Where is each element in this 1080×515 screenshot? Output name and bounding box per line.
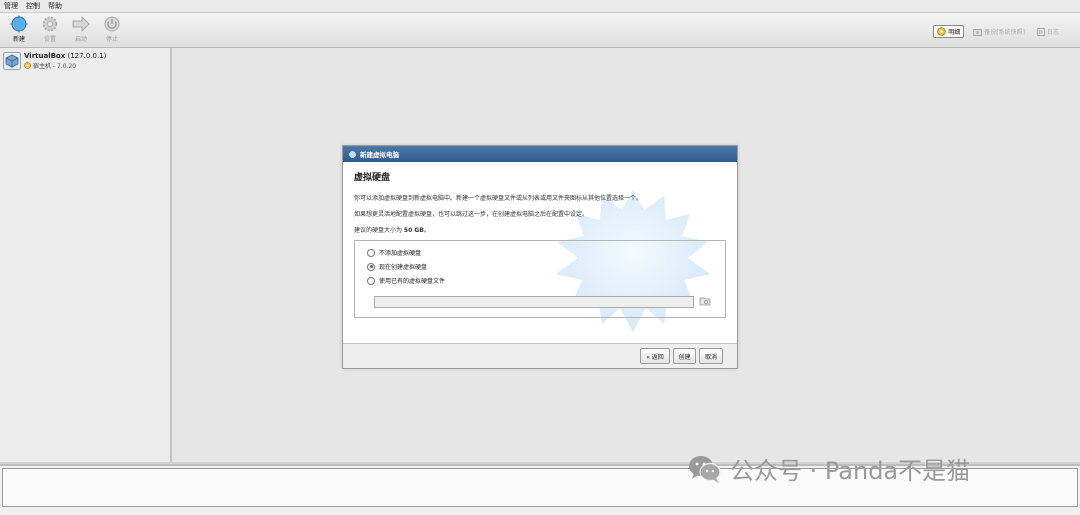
option-no-disk[interactable]: 不添加虚拟硬盘 <box>367 248 421 257</box>
wizard-footer: « 返回 创建 取消 <box>343 343 737 368</box>
new-vm-icon <box>10 15 28 33</box>
stop-button[interactable]: 停止 <box>97 15 127 45</box>
disk-options-group: 不添加虚拟硬盘 现在创建虚拟硬盘 使用已有的虚拟硬盘文件 <box>354 240 726 318</box>
menu-manage[interactable]: 管理 <box>0 1 22 11</box>
host-status-icon <box>24 62 31 69</box>
machine-address: (127.0.0.1) <box>67 52 107 60</box>
cancel-button[interactable]: 取消 <box>699 348 723 364</box>
machine-subtitle: 宿主机 - 7.0.20 <box>33 63 77 70</box>
back-button[interactable]: « 返回 <box>640 348 670 364</box>
watermark-text: 公众号 · Panda不是猫 <box>730 457 971 485</box>
wizard-paragraph-1: 你可以添加虚拟硬盘到新虚拟电脑中。新建一个虚拟硬盘文件或从列表或用文件夹图标从其… <box>354 195 643 202</box>
start-arrow-icon <box>72 15 90 33</box>
option-existing-disk-label: 使用已有的虚拟硬盘文件 <box>379 278 446 285</box>
machine-item-host[interactable]: VirtualBox (127.0.0.1) 宿主机 - 7.0.20 <box>3 52 106 70</box>
size-suffix: 。 <box>423 227 430 234</box>
new-vm-wizard: 新建虚拟电脑 虚拟硬盘 你可以添加虚拟硬盘到新虚拟电脑中。新建一个虚拟硬盘文件或… <box>342 145 738 369</box>
create-button[interactable]: 创建 <box>673 348 696 364</box>
existing-disk-file-field[interactable] <box>374 296 694 308</box>
option-existing-disk[interactable]: 使用已有的虚拟硬盘文件 <box>367 276 445 285</box>
wizard-title: 新建虚拟电脑 <box>360 151 399 159</box>
toolbar: 新建 设置 启动 停止 明细 备份[系统快照] 日志 <box>0 13 1080 48</box>
snapshot-icon <box>973 28 983 36</box>
snapshots-label: 备份[系统快照] <box>984 29 1025 36</box>
wizard-paragraph-2: 如果想更灵活地配置虚拟硬盘，也可以跳过这一步，在创建虚拟电脑之后在配置中设定。 <box>354 211 589 218</box>
power-icon <box>104 16 120 32</box>
option-no-disk-label: 不添加虚拟硬盘 <box>379 250 422 257</box>
logs-tool-button[interactable]: 日志 <box>1034 26 1062 37</box>
new-vm-small-icon <box>349 150 356 158</box>
log-icon <box>1036 27 1045 36</box>
radio-no-disk[interactable] <box>367 248 375 257</box>
machine-name: VirtualBox <box>24 52 66 60</box>
menu-help[interactable]: 帮助 <box>44 1 66 11</box>
wizard-title-bar: 新建虚拟电脑 <box>343 146 737 162</box>
radio-existing-disk[interactable] <box>367 276 375 285</box>
details-icon <box>937 27 947 36</box>
new-button[interactable]: 新建 <box>4 15 34 45</box>
machine-list: VirtualBox (127.0.0.1) 宿主机 - 7.0.20 <box>0 48 172 462</box>
virtualbox-logo-icon <box>3 52 21 70</box>
radio-create-disk[interactable] <box>367 262 375 271</box>
menu-bar: 管理 控制 帮助 <box>0 0 1080 13</box>
logs-label: 日志 <box>1046 29 1059 36</box>
wechat-icon <box>689 455 721 483</box>
size-prefix: 建议的硬盘大小为 <box>354 227 404 234</box>
start-button[interactable]: 启动 <box>66 15 96 45</box>
details-label: 明细 <box>948 29 961 36</box>
menu-control[interactable]: 控制 <box>22 1 44 11</box>
option-create-disk[interactable]: 现在创建虚拟硬盘 <box>367 262 427 271</box>
gear-icon <box>42 16 58 32</box>
settings-label: 设置 <box>43 36 56 43</box>
wizard-paragraph-3: 建议的硬盘大小为 50 GB。 <box>354 225 430 234</box>
folder-browse-icon[interactable] <box>699 295 711 307</box>
option-create-disk-label: 现在创建虚拟硬盘 <box>379 264 428 271</box>
snapshots-tool-button[interactable]: 备份[系统快照] <box>970 26 1028 37</box>
wizard-heading: 虚拟硬盘 <box>354 173 391 183</box>
settings-button[interactable]: 设置 <box>35 15 65 45</box>
start-label: 启动 <box>74 36 87 43</box>
tools-group: 明细 备份[系统快照] 日志 <box>933 25 1062 38</box>
details-tool-button[interactable]: 明细 <box>933 25 965 38</box>
new-label: 新建 <box>12 36 25 43</box>
recommended-size: 50 GB <box>403 227 424 234</box>
stop-label: 停止 <box>105 36 118 43</box>
wechat-watermark: 公众号 · Panda不是猫 <box>688 451 970 486</box>
